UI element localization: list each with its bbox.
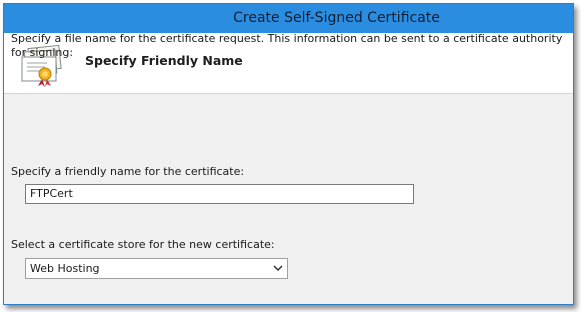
certificate-store-selected-value: Web Hosting [30, 262, 100, 275]
title-bar[interactable]: Create Self-Signed Certificate [4, 4, 573, 33]
certificate-store-label: Select a certificate store for the new c… [11, 238, 275, 251]
friendly-name-input[interactable]: FTPCert [25, 184, 414, 204]
chevron-down-icon [273, 265, 283, 272]
screenshot-page: Create Self-Signed Certificate Specify F… [0, 0, 581, 312]
request-description: Specify a file name for the certificate … [11, 32, 563, 59]
window-title: Create Self-Signed Certificate [233, 10, 440, 26]
friendly-name-label: Specify a friendly name for the certific… [11, 165, 245, 178]
certificate-store-select[interactable]: Web Hosting [25, 258, 288, 279]
